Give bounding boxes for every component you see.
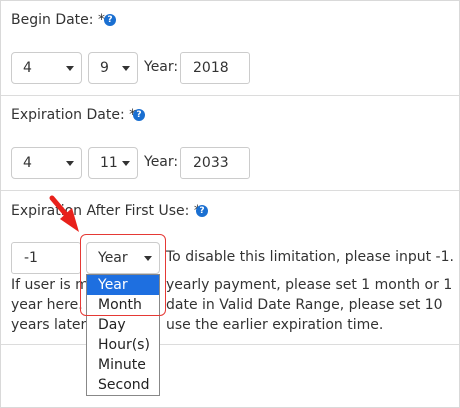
annotation-arrow-icon bbox=[49, 195, 79, 232]
